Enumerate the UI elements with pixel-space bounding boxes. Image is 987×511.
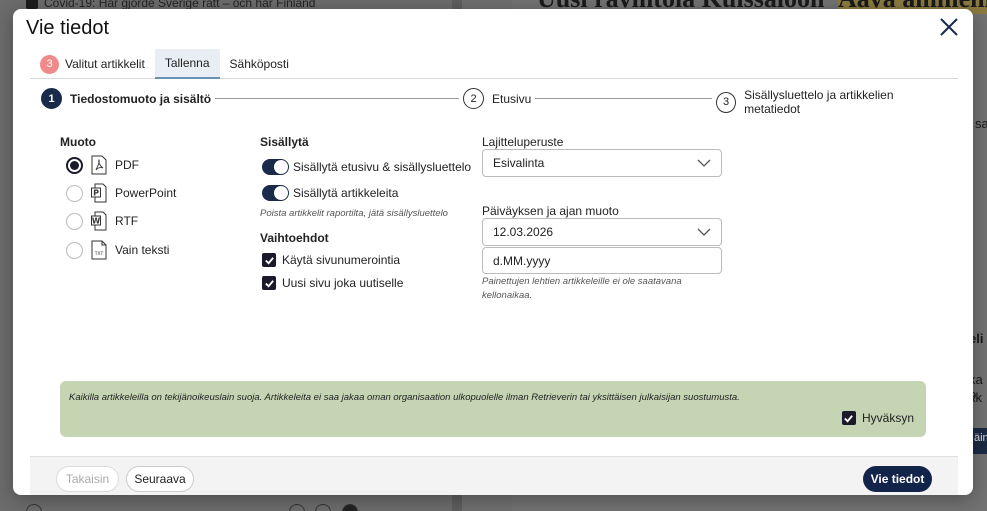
back-button[interactable]: Takaisin — [56, 466, 119, 492]
svg-text:W: W — [92, 217, 101, 226]
toggle-include-frontpage[interactable]: Sisällytä etusivu & sisällysluettelo — [262, 159, 471, 175]
checkbox-new-page-per-article[interactable]: Uusi sivu joka uutiselle — [262, 276, 403, 290]
datetime-label: Päiväyksen ja ajan muoto — [482, 204, 619, 218]
step-number: 2 — [463, 88, 484, 109]
export-button[interactable]: Vie tiedot — [863, 466, 932, 492]
checkmark-icon — [844, 414, 854, 423]
notice-text: Kaikilla artikkeleilla on tekijänoikeusl… — [69, 392, 740, 403]
sort-select[interactable]: Esivalinta — [482, 149, 722, 177]
step-3[interactable]: 3 Sisällysluettelo ja artikkelien metati… — [712, 88, 947, 116]
close-button[interactable] — [937, 15, 961, 39]
checkbox-page-numbering[interactable]: Käytä sivunumerointia — [262, 253, 400, 267]
dialog-footer: Takaisin Seuraava Vie tiedot — [30, 456, 958, 495]
checkmark-icon — [264, 279, 274, 288]
radio-button[interactable] — [66, 241, 83, 259]
step-label: Etusivu — [492, 91, 532, 106]
step-number: 3 — [716, 91, 737, 113]
format-option-label: Vain teksti — [115, 243, 170, 257]
preview-text-fragment: sa — [975, 116, 987, 131]
step-connector — [201, 98, 471, 99]
include-heading: Sisällytä — [260, 135, 309, 149]
format-option-label: RTF — [115, 214, 139, 228]
tab-bar: 3 Valitut artikkelit Tallenna Sähköposti — [30, 49, 958, 79]
powerpoint-file-icon: P — [91, 183, 107, 203]
accept-checkbox-row[interactable]: Hyväksyn — [841, 411, 914, 425]
format-option-label: PDF — [115, 158, 139, 172]
svg-text:TXT: TXT — [94, 251, 104, 257]
checkbox[interactable] — [262, 253, 276, 267]
radio-button[interactable] — [66, 184, 83, 202]
options-heading: Vaihtoehdot — [260, 231, 329, 245]
sort-value: Esivalinta — [493, 156, 545, 170]
pdf-file-icon — [91, 155, 107, 175]
tab-email[interactable]: Sähköposti — [220, 49, 299, 79]
tab-label: Tallenna — [164, 56, 210, 70]
chevron-down-icon — [697, 228, 711, 236]
format-option-powerpoint[interactable]: P PowerPoint — [66, 183, 176, 203]
format-option-pdf[interactable]: PDF — [66, 155, 139, 175]
svg-text:P: P — [93, 189, 99, 198]
toggle-include-articles[interactable]: Sisällytä artikkeleita — [262, 185, 398, 201]
step-label: Tiedostomuoto ja sisältö — [70, 91, 212, 106]
accept-label: Hyväksyn — [861, 411, 914, 425]
date-format-input[interactable]: d.MM.yyyy — [482, 247, 722, 274]
toggle-label: Sisällytä etusivu & sisällysluettelo — [293, 160, 472, 174]
format-option-text[interactable]: TXT Vain teksti — [66, 240, 169, 260]
chevron-down-icon — [697, 159, 711, 167]
stepper: 1 Tiedostomuoto ja sisältö 2 Etusivu 3 S… — [41, 88, 947, 116]
dialog-title: Vie tiedot — [26, 17, 110, 39]
export-dialog: Vie tiedot 3 Valitut artikkelit Tallenna… — [13, 9, 973, 495]
radio-button[interactable] — [66, 212, 83, 230]
tab-label: Sähköposti — [229, 57, 289, 71]
step-2[interactable]: 2 Etusivu — [459, 88, 536, 109]
next-button[interactable]: Seuraava — [126, 466, 194, 492]
tab-save[interactable]: Tallenna — [154, 49, 220, 79]
close-icon — [940, 18, 958, 36]
checkbox-icon — [26, 0, 38, 9]
sort-label: Lajitteluperuste — [482, 135, 564, 149]
date-format-pattern: d.MM.yyyy — [493, 253, 551, 268]
checkbox[interactable] — [841, 411, 856, 425]
step-number: 1 — [41, 88, 62, 109]
checkbox-label: Käytä sivunumerointia — [282, 253, 401, 267]
count-badge: 3 — [40, 54, 59, 74]
toggle-switch[interactable] — [262, 159, 289, 175]
step-1[interactable]: 1 Tiedostomuoto ja sisältö — [41, 88, 216, 109]
datetime-hint: Painettujen lehtien artikkeleille ei ole… — [482, 276, 682, 301]
step-label: Sisällysluettelo ja artikkelien metatied… — [744, 88, 894, 116]
word-file-icon: W — [91, 211, 107, 231]
toggle-label: Sisällytä artikkeleita — [293, 186, 399, 200]
date-format-value: 12.03.2026 — [493, 225, 554, 239]
copyright-notice: Kaikilla artikkeleilla on tekijänoikeusl… — [60, 381, 926, 437]
toggle-switch[interactable] — [262, 185, 289, 201]
checkbox-label: Uusi sivu joka uutiselle — [282, 276, 404, 290]
tab-label: Valitut artikkelit — [65, 57, 145, 71]
checkbox[interactable] — [262, 276, 276, 290]
format-heading: Muoto — [60, 135, 96, 149]
checkmark-icon — [264, 256, 274, 265]
preview-button-label: äin — [974, 432, 987, 444]
step-connector — [531, 98, 726, 99]
include-hint: Poista artikkelit raportilta, jätä sisäl… — [260, 208, 448, 219]
date-format-select[interactable]: 12.03.2026 — [482, 218, 722, 246]
text-file-icon: TXT — [91, 240, 107, 260]
tab-selected-articles[interactable]: 3 Valitut artikkelit — [30, 49, 155, 79]
radio-button[interactable] — [66, 156, 83, 174]
format-option-label: PowerPoint — [115, 186, 177, 200]
format-option-rtf[interactable]: W RTF — [66, 211, 138, 231]
